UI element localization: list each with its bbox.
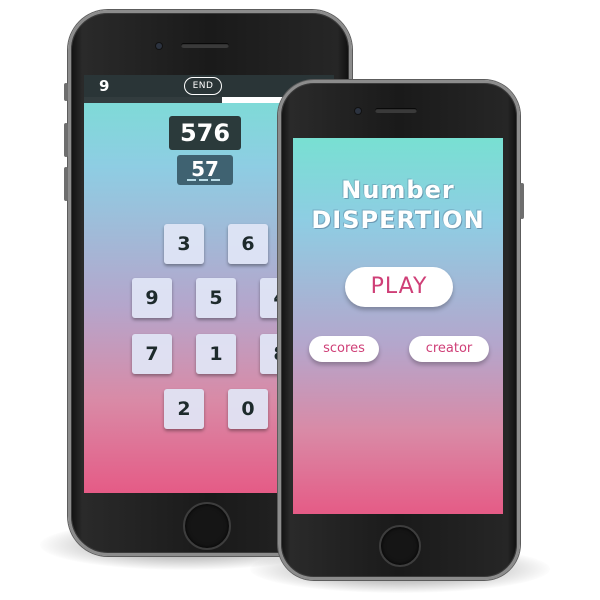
number-tile[interactable]: 1: [196, 334, 236, 374]
digit-dash: [211, 179, 220, 181]
home-button[interactable]: [183, 502, 231, 550]
power-button: [520, 183, 524, 219]
target-number: 576: [169, 116, 241, 150]
mute-switch: [64, 83, 68, 101]
front-phone: Number DISPERTION PLAY scores creator: [278, 80, 524, 580]
level-counter: 9: [99, 77, 110, 95]
marketing-stage: 9 END 75 576 57 3 6 9 5 4 7 1: [0, 0, 600, 600]
speaker-grille: [181, 43, 229, 48]
volume-up-button: [64, 123, 68, 157]
time-progress-fill: [84, 97, 222, 103]
number-tile[interactable]: 5: [196, 278, 236, 318]
menu-screen: Number DISPERTION PLAY scores creator: [293, 138, 503, 514]
digit-placeholders: [187, 179, 220, 181]
number-tile[interactable]: 0: [228, 389, 268, 429]
camera-icon: [355, 108, 361, 114]
number-tile[interactable]: 7: [132, 334, 172, 374]
current-number-value: 57: [191, 157, 219, 181]
volume-down-button: [64, 167, 68, 201]
game-title-line1: Number: [341, 176, 455, 204]
home-button[interactable]: [379, 525, 421, 567]
digit-dash: [187, 179, 196, 181]
scores-button[interactable]: scores: [309, 336, 379, 362]
game-title-line2: DISPERTION: [311, 206, 485, 234]
camera-icon: [156, 43, 162, 49]
play-button[interactable]: PLAY: [345, 267, 453, 307]
current-number: 57: [177, 155, 233, 185]
speaker-grille: [375, 108, 417, 113]
number-tile[interactable]: 6: [228, 224, 268, 264]
number-tile[interactable]: 3: [164, 224, 204, 264]
number-tile[interactable]: 2: [164, 389, 204, 429]
creator-button[interactable]: creator: [409, 336, 489, 362]
number-tile[interactable]: 9: [132, 278, 172, 318]
end-button[interactable]: END: [184, 77, 222, 95]
digit-dash: [199, 179, 208, 181]
